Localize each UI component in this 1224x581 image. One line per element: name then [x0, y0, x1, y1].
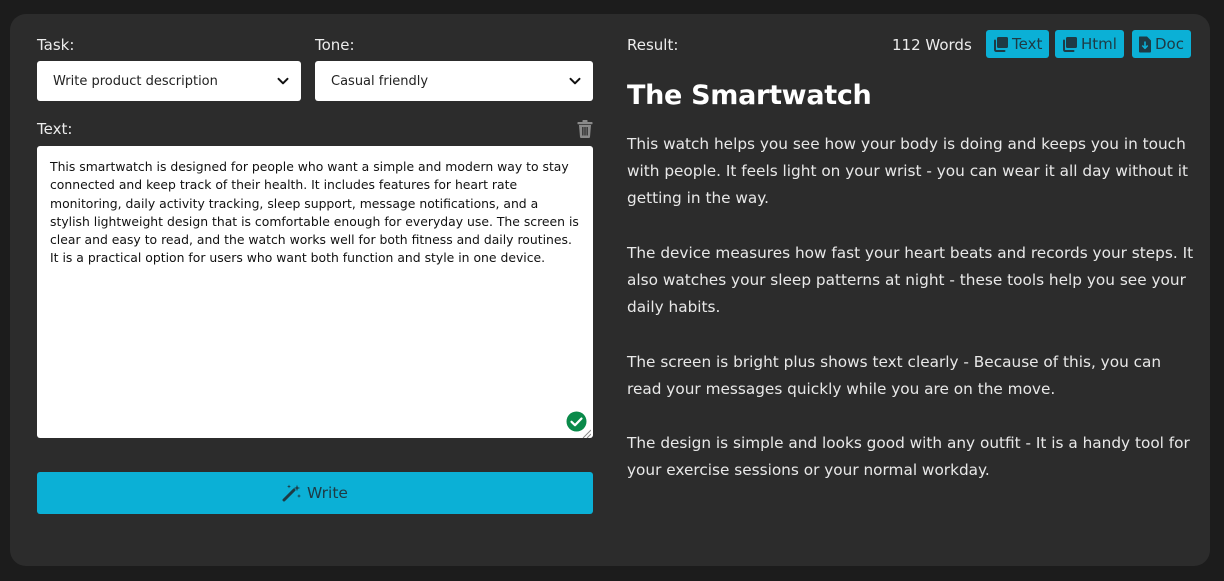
copy-text-label: Text: [1012, 35, 1043, 53]
result-title: The Smartwatch: [627, 80, 872, 111]
copy-icon: [994, 36, 1008, 52]
word-count: 112 Words: [892, 36, 972, 54]
copy-icon: [1063, 36, 1077, 52]
text-label: Text:: [37, 120, 73, 138]
write-button[interactable]: Write: [37, 472, 593, 514]
chevron-down-icon: [569, 77, 581, 85]
result-paragraph: The design is simple and looks good with…: [627, 434, 1190, 480]
write-button-label: Write: [307, 484, 348, 502]
task-label: Task:: [37, 36, 75, 54]
task-select-value: Write product description: [53, 73, 218, 89]
copy-html-button[interactable]: Html: [1055, 30, 1124, 58]
file-download-icon: [1139, 36, 1151, 52]
result-paragraph: This watch helps you see how your body i…: [627, 135, 1188, 208]
result-body: This watch helps you see how your body i…: [627, 131, 1195, 512]
magic-wand-icon: [282, 484, 302, 502]
copy-text-button[interactable]: Text: [986, 30, 1050, 58]
copy-html-label: Html: [1081, 35, 1117, 53]
download-doc-label: Doc: [1155, 35, 1184, 53]
tone-select[interactable]: Casual friendly: [315, 61, 593, 101]
task-select[interactable]: Write product description: [37, 61, 301, 101]
trash-icon[interactable]: [577, 120, 593, 138]
chevron-down-icon: [277, 77, 289, 85]
tone-select-value: Casual friendly: [331, 73, 429, 89]
resize-handle[interactable]: [582, 429, 591, 438]
result-label: Result:: [627, 36, 679, 54]
tone-label: Tone:: [315, 36, 355, 54]
source-text-input[interactable]: This smartwatch is designed for people w…: [37, 146, 593, 438]
download-doc-button[interactable]: Doc: [1132, 30, 1191, 58]
result-paragraph: The screen is bright plus shows text cle…: [627, 352, 1162, 398]
result-paragraph: The device measures how fast your heart …: [627, 243, 1194, 317]
writer-panel: Task: Tone: Write product description Ca…: [10, 14, 1210, 566]
